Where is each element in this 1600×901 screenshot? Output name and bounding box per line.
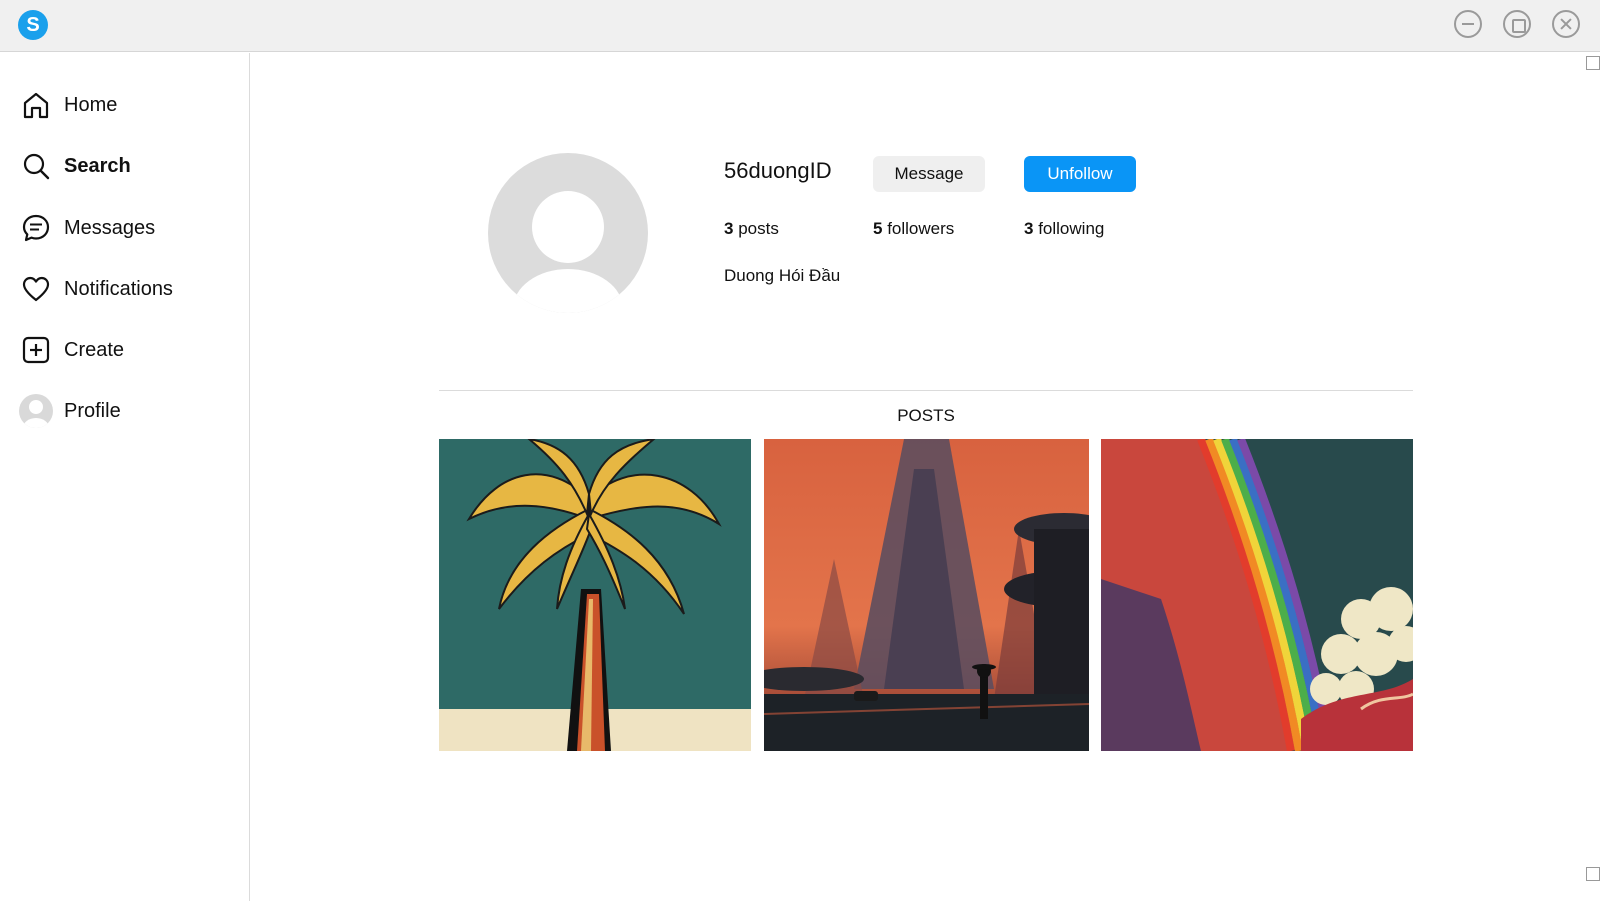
sidebar-item-search[interactable]: Search — [18, 146, 131, 186]
minimize-icon[interactable] — [1454, 10, 1482, 38]
sidebar-item-label: Create — [64, 338, 125, 361]
home-icon — [18, 87, 54, 123]
profile-full-name: Duong Hói Đầu — [724, 266, 841, 285]
post-thumbnail-1[interactable] — [439, 439, 751, 751]
profile-avatar-icon — [18, 393, 54, 429]
posts-count-value: 3 — [724, 219, 734, 238]
sidebar-item-create[interactable]: Create — [18, 330, 124, 370]
avatar — [19, 394, 53, 428]
title-bar: S — [0, 0, 1600, 52]
followers-count-value: 5 — [873, 219, 883, 238]
search-icon — [18, 148, 54, 184]
rainbow-image — [1101, 439, 1413, 751]
following-count-value: 3 — [1024, 219, 1034, 238]
sidebar: Home Search Messages Notifications Creat… — [0, 53, 250, 901]
posts-section-label: POSTS — [897, 406, 955, 425]
heart-icon — [18, 271, 54, 307]
scroll-down-handle[interactable] — [1586, 867, 1600, 881]
app-logo-icon: S — [18, 10, 48, 40]
followers-count-label: followers — [887, 219, 955, 238]
sidebar-item-profile[interactable]: Profile — [18, 391, 121, 431]
profile-main: 56duongID Message Unfollow 3 posts 5 fol… — [251, 53, 1600, 901]
message-icon — [18, 210, 54, 246]
palm-tree-image — [439, 439, 751, 751]
sidebar-item-label: Home — [64, 93, 118, 116]
post-thumbnail-2[interactable] — [764, 439, 1089, 751]
sidebar-item-label: Notifications — [64, 277, 173, 300]
section-divider — [439, 390, 1413, 391]
sidebar-item-home[interactable]: Home — [18, 85, 117, 125]
sidebar-item-label: Search — [64, 154, 131, 177]
sidebar-item-notifications[interactable]: Notifications — [18, 269, 173, 309]
close-icon[interactable] — [1552, 10, 1580, 38]
profile-username: 56duongID — [724, 158, 832, 183]
profile-avatar — [488, 153, 648, 313]
sidebar-item-label: Profile — [64, 399, 121, 422]
sidebar-item-messages[interactable]: Messages — [18, 208, 155, 248]
sidebar-item-label: Messages — [64, 216, 156, 239]
message-button[interactable]: Message — [873, 156, 985, 192]
followers-count[interactable]: 5 followers — [873, 219, 954, 239]
maximize-icon[interactable] — [1503, 10, 1531, 38]
post-thumbnail-3[interactable] — [1101, 439, 1413, 751]
plus-square-icon — [18, 332, 54, 368]
scroll-up-handle[interactable] — [1586, 56, 1600, 70]
posts-count: 3 posts — [724, 219, 779, 239]
following-count-label: following — [1038, 219, 1105, 238]
following-count[interactable]: 3 following — [1024, 219, 1104, 239]
unfollow-button[interactable]: Unfollow — [1024, 156, 1136, 192]
futuristic-city-image — [764, 439, 1089, 751]
posts-count-label: posts — [738, 219, 779, 238]
